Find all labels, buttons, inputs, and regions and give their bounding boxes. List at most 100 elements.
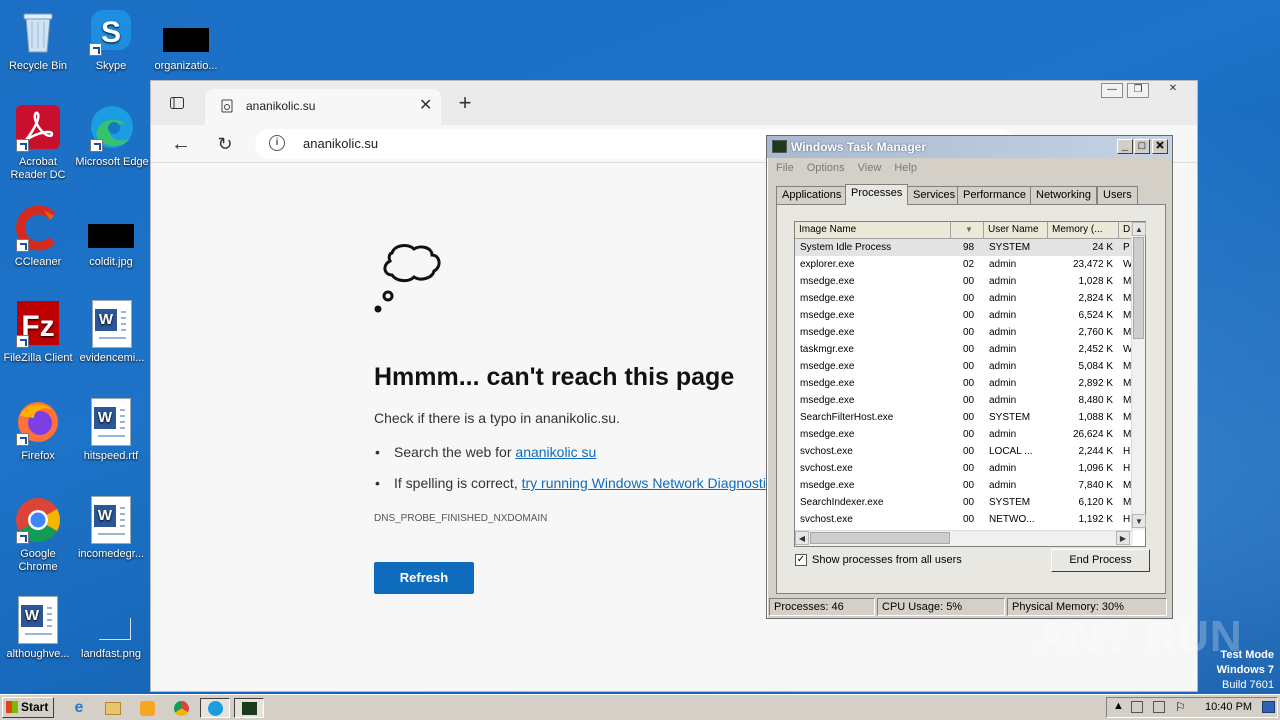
process-row[interactable]: taskmgr.exe 00 admin 2,452 KW xyxy=(795,341,1133,358)
desktop-icon-skype[interactable]: S Skype xyxy=(73,8,149,73)
process-row[interactable]: msedge.exe 00 admin 26,624 KM xyxy=(795,426,1133,443)
media-player-icon[interactable] xyxy=(134,698,160,718)
back-icon[interactable]: ← xyxy=(167,130,195,158)
scroll-down-icon[interactable]: ▼ xyxy=(1132,514,1146,528)
process-cpu: 00 xyxy=(963,293,975,304)
process-cpu: 00 xyxy=(963,446,975,457)
vertical-scrollbar[interactable]: ▲ ▼ xyxy=(1131,222,1146,530)
task-manager-titlebar[interactable]: Windows Task Manager _ □ ✕ xyxy=(767,136,1172,158)
scroll-left-icon[interactable]: ◀ xyxy=(795,531,809,545)
maximize-button[interactable]: □ xyxy=(1134,139,1150,154)
horizontal-scrollbar[interactable]: ◀ ▶ xyxy=(795,530,1133,546)
menu-file[interactable]: File xyxy=(776,162,794,174)
sort-down-icon[interactable]: ▼ xyxy=(951,222,984,239)
desktop-icon-label: landfast.png xyxy=(81,648,141,660)
process-row[interactable]: msedge.exe 00 admin 6,524 KM xyxy=(795,307,1133,324)
ie-icon[interactable]: e xyxy=(66,698,92,718)
close-window-button[interactable]: ✕ xyxy=(1153,83,1193,98)
search-web-link[interactable]: ananikolic su xyxy=(515,444,596,460)
refresh-icon[interactable]: ↻ xyxy=(211,130,239,158)
tab-services[interactable]: Services xyxy=(907,186,962,204)
tab-networking[interactable]: Networking xyxy=(1030,186,1098,204)
menu-help[interactable]: Help xyxy=(894,162,917,174)
process-row[interactable]: msedge.exe 00 admin 8,480 KM xyxy=(795,392,1133,409)
column-memory[interactable]: Memory (... xyxy=(1048,222,1119,239)
tab-processes[interactable]: Processes xyxy=(845,184,909,205)
desktop-icon-chrome[interactable]: Google Chrome xyxy=(0,496,76,574)
tab-ananikolic[interactable]: ananikolic.su ✕ xyxy=(205,89,441,125)
process-row[interactable]: svchost.exe 00 admin 1,096 KH xyxy=(795,460,1133,477)
process-row[interactable]: System Idle Process 98 SYSTEM 24 KP xyxy=(795,239,1133,256)
process-row[interactable]: msedge.exe 00 admin 2,760 KM xyxy=(795,324,1133,341)
hscroll-thumb[interactable] xyxy=(810,532,950,544)
network-icon[interactable] xyxy=(1131,701,1143,713)
taskbar: Start e ▲ ⚐ 10:40 PM xyxy=(0,694,1280,720)
explorer-icon[interactable] xyxy=(100,698,126,718)
desktop-icon-acrobat[interactable]: Acrobat Reader DC xyxy=(0,104,76,182)
process-row[interactable]: svchost.exe 00 NETWO... 1,192 KH xyxy=(795,511,1133,528)
process-row[interactable]: msedge.exe 00 admin 7,840 KM xyxy=(795,477,1133,494)
tab-users[interactable]: Users xyxy=(1097,186,1138,204)
desktop-icon-althoughve[interactable]: W althoughve... xyxy=(0,596,76,661)
volume-icon[interactable] xyxy=(1153,701,1165,713)
show-all-users-label: Show processes from all users xyxy=(812,554,962,566)
process-row[interactable]: msedge.exe 00 admin 1,028 KM xyxy=(795,273,1133,290)
maximize-button[interactable]: ❐ xyxy=(1127,83,1149,98)
process-cpu: 02 xyxy=(963,259,975,270)
chrome-icon[interactable] xyxy=(168,698,194,718)
start-button[interactable]: Start xyxy=(2,697,54,718)
tab-applications[interactable]: Applications xyxy=(776,186,848,204)
process-name: msedge.exe xyxy=(800,293,855,304)
column-image-name[interactable]: Image Name xyxy=(795,222,951,239)
end-process-button[interactable]: End Process xyxy=(1051,549,1150,572)
desktop-icon-hitspeed[interactable]: W hitspeed.rtf xyxy=(73,398,149,463)
show-hidden-icons-icon[interactable]: ▲ xyxy=(1113,700,1124,712)
info-icon[interactable]: i xyxy=(269,135,285,151)
process-row[interactable]: SearchFilterHost.exe 00 SYSTEM 1,088 KM xyxy=(795,409,1133,426)
clock[interactable]: 10:40 PM xyxy=(1205,701,1252,713)
column-user-name[interactable]: User Name xyxy=(984,222,1048,239)
scroll-right-icon[interactable]: ▶ xyxy=(1116,531,1130,545)
scroll-thumb[interactable] xyxy=(1133,237,1144,339)
desktop-icon-edge[interactable]: Microsoft Edge xyxy=(73,104,151,169)
process-user: SYSTEM xyxy=(989,497,1031,508)
refresh-button[interactable]: Refresh xyxy=(374,562,474,594)
desktop-icon-ccleaner[interactable]: CCleaner xyxy=(0,204,76,269)
desktop-icon-recycle-bin[interactable]: Recycle Bin xyxy=(0,8,76,73)
action-center-flag-icon[interactable]: ⚐ xyxy=(1175,700,1186,714)
process-row[interactable]: SearchIndexer.exe 00 SYSTEM 6,120 KM xyxy=(795,494,1133,511)
menu-view[interactable]: View xyxy=(858,162,882,174)
tab-actions-icon[interactable] xyxy=(163,89,191,117)
black-file-icon xyxy=(162,8,210,56)
process-row[interactable]: msedge.exe 00 admin 2,892 KM xyxy=(795,375,1133,392)
process-row[interactable]: msedge.exe 00 admin 5,084 KM xyxy=(795,358,1133,375)
desktop-icon-filezilla[interactable]: Fz FileZilla Client xyxy=(0,300,76,365)
process-name: explorer.exe xyxy=(800,259,855,270)
minimize-button[interactable]: — xyxy=(1101,83,1123,98)
edge-taskbar-button[interactable] xyxy=(200,698,230,718)
menu-options[interactable]: Options xyxy=(807,162,845,174)
close-button[interactable]: ✕ xyxy=(1152,139,1168,154)
new-tab-icon[interactable]: + xyxy=(451,89,479,117)
show-desktop-icon[interactable] xyxy=(1262,701,1275,713)
close-tab-icon[interactable]: ✕ xyxy=(419,95,432,115)
desktop-icon-firefox[interactable]: Firefox xyxy=(0,398,76,463)
desktop-icon-landfast[interactable]: landfast.png xyxy=(73,596,149,661)
scroll-up-icon[interactable]: ▲ xyxy=(1132,222,1146,236)
task-manager-icon[interactable] xyxy=(234,698,264,718)
desktop-icon-label: incomedegr... xyxy=(77,548,145,560)
process-row[interactable]: msedge.exe 00 admin 2,824 KM xyxy=(795,290,1133,307)
show-all-users-checkbox[interactable]: ✓ xyxy=(795,554,807,566)
tab-performance[interactable]: Performance xyxy=(957,186,1032,204)
desktop-icon-coldit[interactable]: coldit.jpg xyxy=(73,204,149,269)
minimize-button[interactable]: _ xyxy=(1117,139,1133,154)
network-diagnostics-link[interactable]: try running Windows Network Diagnostic xyxy=(522,475,773,491)
desktop-icon-evidencemi[interactable]: W evidencemi... xyxy=(73,300,151,365)
desktop-icon-organization[interactable]: organizatio... xyxy=(148,8,224,73)
status-processes: Processes: 46 xyxy=(769,598,875,616)
desktop-icon-incomedegr[interactable]: W incomedegr... xyxy=(73,496,149,561)
process-mem: 2,892 K xyxy=(1078,378,1113,389)
process-list[interactable]: Image Name ▼ User Name Memory (... D Sys… xyxy=(794,221,1146,547)
process-row[interactable]: svchost.exe 00 LOCAL ... 2,244 KH xyxy=(795,443,1133,460)
process-row[interactable]: explorer.exe 02 admin 23,472 KW xyxy=(795,256,1133,273)
